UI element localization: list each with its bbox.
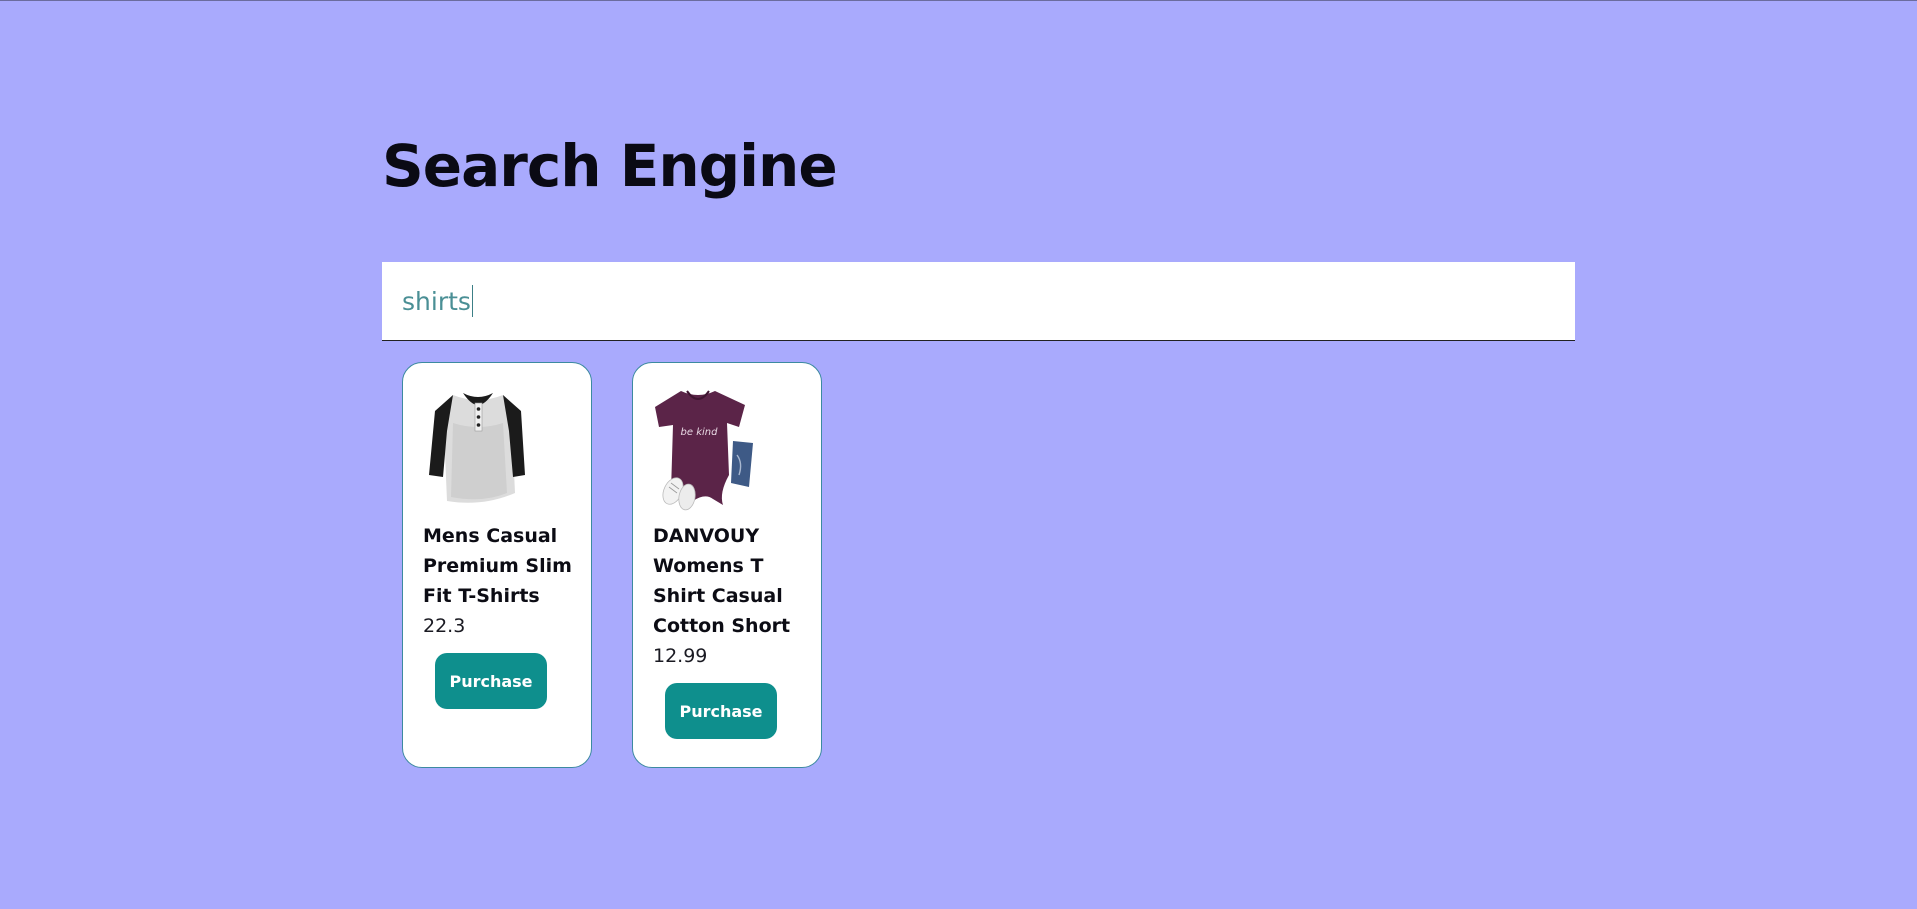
shirt-print-text: be kind <box>681 427 719 438</box>
product-price: 22.3 <box>423 615 466 637</box>
raglan-henley-shirt-image <box>429 393 525 503</box>
page-title: Search Engine <box>382 132 838 200</box>
purchase-button[interactable]: Purchase <box>435 653 547 709</box>
page-container: Search Engine shirts Mens Casual Premium… <box>382 0 1575 909</box>
text-caret <box>471 285 473 317</box>
product-name[interactable]: DANVOUY Womens T Shirt Casual Cotton Sho… <box>653 521 813 641</box>
product-price: 12.99 <box>653 645 708 667</box>
results-list: Mens Casual Premium Slim Fit T-Shirts 22… <box>402 362 822 768</box>
search-input[interactable]: shirts <box>382 262 1575 341</box>
product-card: Mens Casual Premium Slim Fit T-Shirts 22… <box>402 362 592 768</box>
product-name[interactable]: Mens Casual Premium Slim Fit T-Shirts <box>423 521 583 611</box>
purchase-button[interactable]: Purchase <box>665 683 777 739</box>
product-card: be kind DANVOUY Womens T Shirt Casual Co… <box>632 362 822 768</box>
search-input-value: shirts <box>402 286 471 316</box>
purple-be-kind-tshirt-image: be kind <box>655 390 753 511</box>
